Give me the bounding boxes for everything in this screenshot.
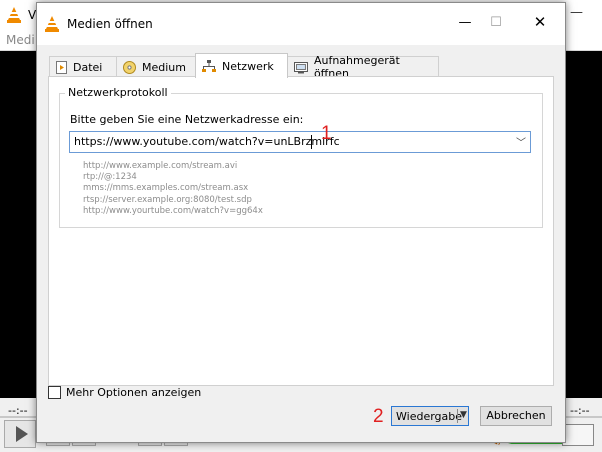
open-media-dialog: Medien öffnen — ☐ ✕ Datei Medium Netzwer… <box>36 2 566 443</box>
group-title: Netzwerkprotokoll <box>65 86 171 99</box>
chevron-down-icon[interactable]: ﹀ <box>516 134 526 149</box>
split-divider <box>457 409 458 423</box>
network-url-combobox[interactable]: https://www.youtube.com/watch?v=unLBrzmi… <box>69 131 531 153</box>
minimize-button[interactable]: — <box>455 15 475 33</box>
play-icon <box>16 426 28 442</box>
url-example: http://www.example.com/stream.avi <box>83 161 238 171</box>
tab-network[interactable]: Netzwerk <box>195 53 288 78</box>
capture-device-icon <box>294 61 308 73</box>
network-protocol-group: Netzwerkprotokoll Bitte geben Sie eine N… <box>59 86 543 228</box>
more-options-label: Mehr Optionen anzeigen <box>66 386 202 399</box>
maximize-button[interactable]: ☐ <box>486 15 506 33</box>
url-example: mms://mms.examples.com/stream.asx <box>83 183 249 194</box>
network-icon <box>202 59 216 72</box>
close-button[interactable]: ✕ <box>530 13 550 31</box>
checkbox-box[interactable] <box>48 386 61 399</box>
volume-box <box>562 424 594 446</box>
play-split-button[interactable]: Wiedergabe ▼ <box>391 406 469 426</box>
vlc-cone-icon <box>7 7 21 23</box>
network-address-prompt: Bitte geben Sie eine Netzwerkadresse ein… <box>70 113 304 126</box>
annotation-step-1: 1 <box>321 123 332 144</box>
play-button[interactable] <box>4 420 36 448</box>
network-url-value[interactable]: https://www.youtube.com/watch?v=unLBrzmi… <box>74 135 340 148</box>
more-options-checkbox[interactable]: Mehr Optionen anzeigen <box>48 386 201 399</box>
url-example: rtp://@:1234 <box>83 172 137 183</box>
minimize-icon[interactable]: — <box>570 5 583 20</box>
network-tab-panel: Netzwerkprotokoll Bitte geben Sie eine N… <box>48 76 554 386</box>
url-examples: http://www.example.com/stream.avi rtp://… <box>83 161 263 217</box>
file-play-icon <box>56 60 67 74</box>
vlc-main-title: V <box>28 8 37 22</box>
tab-capture-device[interactable]: Aufnahmegerät öffnen <box>287 54 439 80</box>
dialog-titlebar[interactable]: Medien öffnen — ☐ ✕ <box>37 3 565 45</box>
vlc-menu-media[interactable]: Medi <box>6 33 35 47</box>
vlc-cone-icon <box>45 16 59 32</box>
cancel-button[interactable]: Abbrechen <box>480 406 552 426</box>
play-button-label: Wiedergabe <box>396 410 463 423</box>
url-example: http://www.yourtube.com/watch?v=gg64x <box>83 205 263 216</box>
tab-file-label: Datei <box>73 60 103 74</box>
disc-icon <box>123 60 136 74</box>
dialog-title: Medien öffnen <box>67 17 153 31</box>
tab-disc-label: Medium <box>142 60 186 74</box>
url-example: rtsp://server.example.org:8080/test.sdp <box>83 194 252 205</box>
annotation-step-2: 2 <box>373 406 384 427</box>
caret-down-icon[interactable]: ▼ <box>460 410 467 420</box>
tab-disc[interactable]: Medium <box>116 56 196 77</box>
tab-file[interactable]: Datei <box>49 56 117 77</box>
tab-network-label: Netzwerk <box>222 59 274 73</box>
text-caret <box>311 135 312 149</box>
